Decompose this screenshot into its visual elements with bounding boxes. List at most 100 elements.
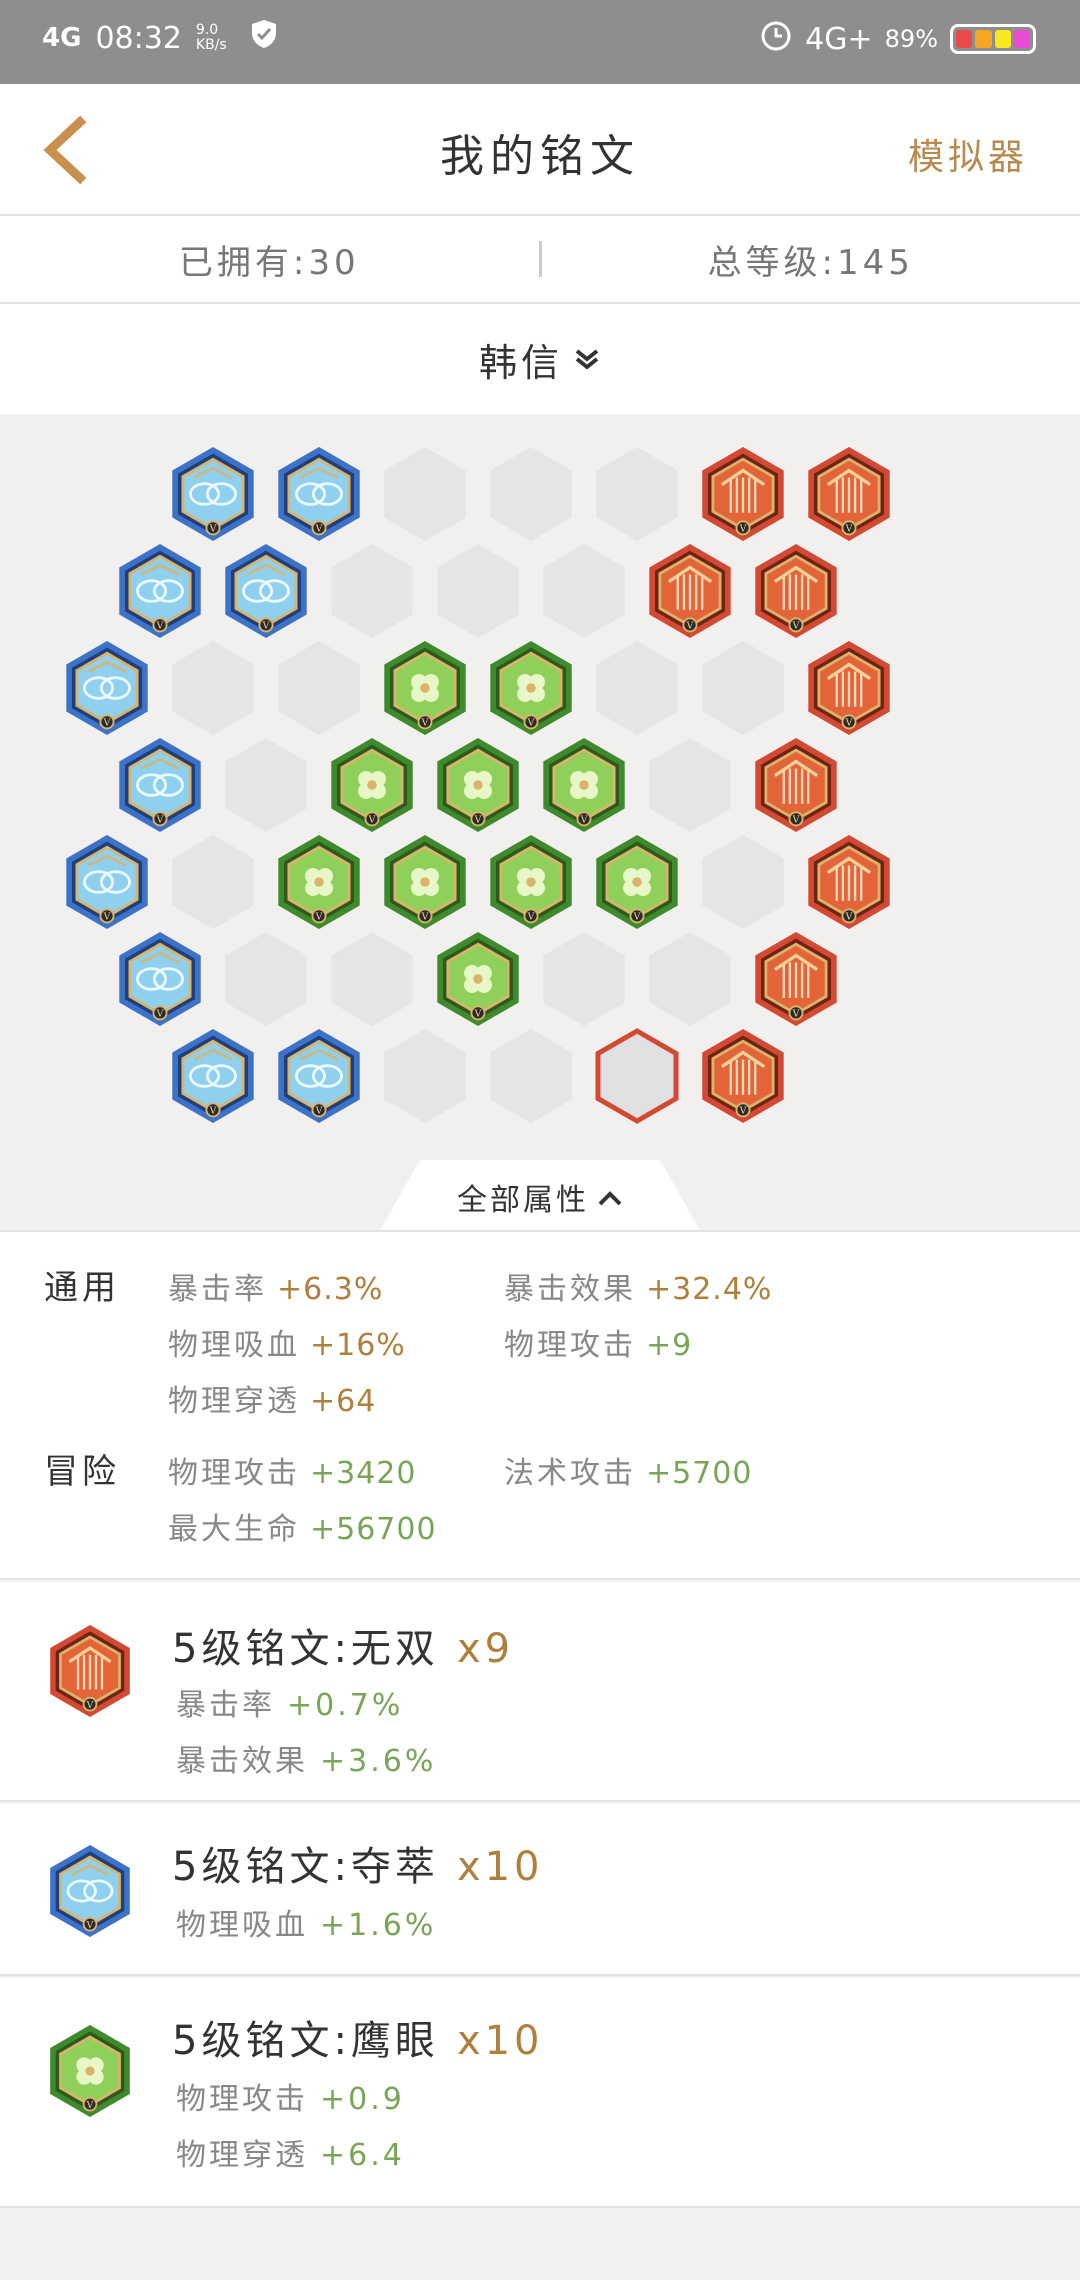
empty-slot[interactable] xyxy=(702,641,784,735)
empty-slot[interactable] xyxy=(172,835,254,929)
green-rune-slot[interactable]: V xyxy=(490,641,572,735)
rune-list-item[interactable]: V 5级铭文:夺萃 x10 物理吸血 +1.6% xyxy=(0,1804,1080,1976)
blue-rune-slot[interactable]: V xyxy=(119,932,201,1026)
all-attributes-tab[interactable]: 全部属性 xyxy=(440,1172,640,1222)
empty-slot[interactable] xyxy=(649,738,731,832)
green-rune-slot[interactable]: V xyxy=(437,738,519,832)
green-rune-slot[interactable]: V xyxy=(596,835,678,929)
svg-text:V: V xyxy=(315,1106,323,1117)
empty-slot[interactable] xyxy=(384,447,466,541)
svg-text:V: V xyxy=(845,912,853,923)
hero-name: 韩信 xyxy=(478,340,563,385)
green-rune-slot[interactable]: V xyxy=(50,2025,130,2117)
blue-rune-slot[interactable]: V xyxy=(119,544,201,638)
red-rune-slot[interactable]: V xyxy=(808,447,890,541)
svg-text:V: V xyxy=(474,1009,482,1020)
status-time: 08:32 xyxy=(95,20,182,56)
svg-text:V: V xyxy=(103,718,111,729)
rune-stat: 物理攻击 +0.9 xyxy=(176,2082,405,2117)
red-rune-slot[interactable]: V xyxy=(50,1625,130,1717)
red-rune-slot[interactable]: V xyxy=(755,932,837,1026)
green-rune-slot[interactable]: V xyxy=(437,932,519,1026)
svg-text:V: V xyxy=(633,912,641,923)
green-rune-slot[interactable]: V xyxy=(384,835,466,929)
empty-slot[interactable] xyxy=(596,447,678,541)
svg-text:V: V xyxy=(792,815,800,826)
svg-text:V: V xyxy=(209,1106,217,1117)
blue-rune-slot[interactable]: V xyxy=(172,1029,254,1123)
blue-rune-icon: V xyxy=(44,1840,136,1942)
red-rune-slot[interactable]: V xyxy=(755,544,837,638)
red-rune-slot[interactable]: V xyxy=(702,1029,784,1123)
red-rune-slot[interactable]: V xyxy=(808,641,890,735)
green-rune-slot[interactable]: V xyxy=(543,738,625,832)
svg-text:V: V xyxy=(739,1106,747,1117)
empty-slot[interactable] xyxy=(702,835,784,929)
rune-list-item[interactable]: V 5级铭文:鹰眼 x10 物理攻击 +0.9 物理穿透 +6.4 xyxy=(0,1978,1080,2208)
stat-item: 物理攻击 +9 xyxy=(504,1328,693,1363)
all-attributes-label: 全部属性 xyxy=(457,1183,589,1218)
red-rune-slot[interactable]: V xyxy=(755,738,837,832)
empty-slot[interactable] xyxy=(225,738,307,832)
empty-slot[interactable] xyxy=(649,932,731,1026)
empty-slot[interactable] xyxy=(172,641,254,735)
blue-rune-slot[interactable]: V xyxy=(50,1845,130,1937)
blue-rune-slot[interactable]: V xyxy=(278,1029,360,1123)
svg-text:V: V xyxy=(845,718,853,729)
empty-slot[interactable] xyxy=(331,544,413,638)
rune-board-canvas: V V V V V V V V V V V V V V V V V V V V V V V V V V V V V xyxy=(66,447,890,1124)
empty-red-slot[interactable] xyxy=(595,1028,679,1124)
svg-text:V: V xyxy=(156,815,164,826)
green-rune-slot[interactable]: V xyxy=(384,641,466,735)
stat-item: 物理吸血 +16% xyxy=(168,1328,406,1363)
svg-text:V: V xyxy=(262,621,270,632)
empty-slot[interactable] xyxy=(384,1029,466,1123)
blue-rune-slot[interactable]: V xyxy=(66,835,148,929)
svg-text:V: V xyxy=(368,815,376,826)
empty-slot[interactable] xyxy=(596,641,678,735)
stat-item: 物理穿透 +64 xyxy=(168,1384,377,1419)
svg-text:V: V xyxy=(156,621,164,632)
nav-bar: 我的铭文 模拟器 xyxy=(0,84,1080,216)
svg-text:V: V xyxy=(156,1009,164,1020)
category-adventure: 冒险 xyxy=(44,1452,120,1492)
status-bar: 4G 08:32 9.0 KB/s 4G+ 89% xyxy=(0,0,1080,84)
simulator-button[interactable]: 模拟器 xyxy=(908,128,1028,180)
rune-name: 5级铭文:无双 x9 xyxy=(172,1626,515,1672)
empty-slot[interactable] xyxy=(331,932,413,1026)
green-rune-slot[interactable]: V xyxy=(331,738,413,832)
hero-selector[interactable]: 韩信 xyxy=(0,304,1080,414)
empty-slot[interactable] xyxy=(225,932,307,1026)
red-rune-slot[interactable]: V xyxy=(702,447,784,541)
owned-count: 已拥有:30 xyxy=(178,242,360,283)
empty-slot[interactable] xyxy=(490,1029,572,1123)
rune-list-item[interactable]: V 5级铭文:无双 x9 暴击率 +0.7% 暴击效果 +3.6% xyxy=(0,1582,1080,1802)
rune-count: x10 xyxy=(456,2018,544,2064)
empty-slot[interactable] xyxy=(278,641,360,735)
svg-text:V: V xyxy=(103,912,111,923)
svg-text:V: V xyxy=(845,524,853,535)
blue-rune-slot[interactable]: V xyxy=(278,447,360,541)
double-chevron-down-icon xyxy=(575,349,599,370)
rune-count: x10 xyxy=(456,1844,544,1890)
green-rune-slot[interactable]: V xyxy=(490,835,572,929)
green-rune-slot[interactable]: V xyxy=(278,835,360,929)
svg-text:V: V xyxy=(686,621,694,632)
blue-rune-slot[interactable]: V xyxy=(119,738,201,832)
stat-item: 暴击率 +6.3% xyxy=(168,1272,384,1307)
empty-slot[interactable] xyxy=(437,544,519,638)
blue-rune-slot[interactable]: V xyxy=(172,447,254,541)
rune-stat: 暴击率 +0.7% xyxy=(176,1688,404,1723)
alarm-icon xyxy=(759,18,793,60)
empty-slot[interactable] xyxy=(543,932,625,1026)
empty-slot[interactable] xyxy=(543,544,625,638)
red-rune-slot[interactable]: V xyxy=(808,835,890,929)
red-rune-slot[interactable]: V xyxy=(649,544,731,638)
rune-count: x9 xyxy=(456,1626,515,1672)
summary-bar: 已拥有:30 总等级:145 xyxy=(0,216,1080,304)
green-rune-icon: V xyxy=(44,2020,136,2122)
blue-rune-slot[interactable]: V xyxy=(66,641,148,735)
empty-slot[interactable] xyxy=(490,447,572,541)
blue-rune-slot[interactable]: V xyxy=(225,544,307,638)
total-level: 总等级:145 xyxy=(707,242,914,283)
